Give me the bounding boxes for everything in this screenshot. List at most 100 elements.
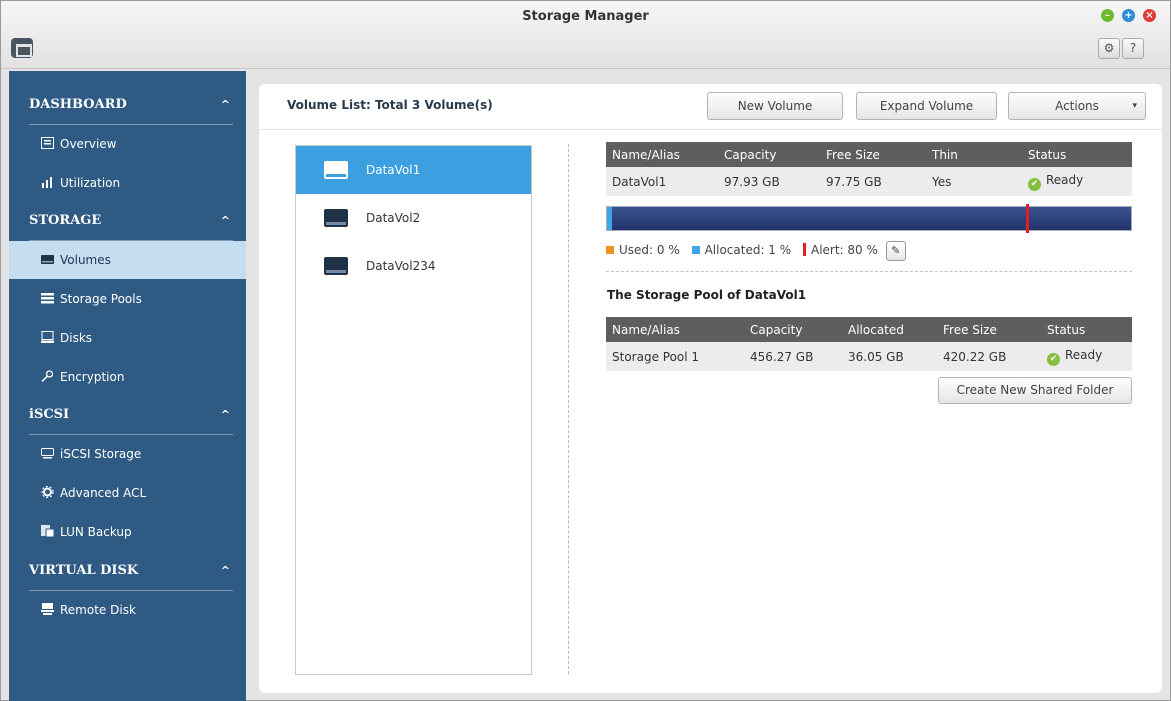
section-title: STORAGE <box>29 213 102 228</box>
collapse-caret-icon[interactable]: ^ <box>221 551 230 591</box>
column-header: Status <box>1041 317 1132 342</box>
expand-volume-button[interactable]: Expand Volume <box>856 92 997 120</box>
column-header: Capacity <box>744 317 842 342</box>
sidebar-item-advanced-acl[interactable]: Advanced ACL <box>9 474 246 512</box>
column-header: Status <box>1022 142 1132 167</box>
panel-divider <box>568 144 569 674</box>
volume-item-datavol234[interactable]: DataVol234 <box>296 242 531 290</box>
edit-alert-icon[interactable]: ✎ <box>885 240 906 261</box>
sidebar-section-iscsi[interactable]: iSCSI ^ <box>9 395 246 435</box>
sidebar-item-label: Disks <box>60 331 93 345</box>
section-title: DASHBOARD <box>29 97 127 112</box>
column-header: Name/Alias <box>606 317 744 342</box>
storage-pools-icon <box>41 281 54 304</box>
table-cell: Storage Pool 1 <box>606 342 744 371</box>
check-icon: ✔ <box>1047 352 1060 366</box>
sidebar-item-overview[interactable]: Overview <box>9 125 246 163</box>
iscsi-storage-icon <box>41 436 54 459</box>
column-header: Free Size <box>937 317 1041 342</box>
sidebar-item-disks[interactable]: Disks <box>9 319 246 357</box>
storage-pool-title: The Storage Pool of DataVol1 <box>607 288 807 302</box>
legend-alert: Alert: 80 % <box>811 243 878 257</box>
sidebar-item-label: Utilization <box>60 176 121 190</box>
sidebar-item-label: LUN Backup <box>60 525 132 539</box>
check-icon: ✔ <box>1028 177 1041 191</box>
disk-icon <box>324 161 348 179</box>
sidebar-item-encryption[interactable]: Encryption <box>9 358 246 396</box>
collapse-caret-icon[interactable]: ^ <box>221 85 230 125</box>
table-cell: 97.93 GB <box>718 167 820 196</box>
table-cell: Yes <box>926 167 1022 196</box>
disk-icon <box>324 257 348 275</box>
volume-list: DataVol1 DataVol2 DataVol234 <box>295 145 532 675</box>
lun-backup-icon <box>41 514 55 538</box>
volume-icon <box>41 242 54 264</box>
sidebar-section-virtual-disk[interactable]: VIRTUAL DISK ^ <box>9 551 246 591</box>
sidebar-section-dashboard[interactable]: DASHBOARD ^ <box>9 85 246 125</box>
gear-icon <box>41 475 54 499</box>
table-cell: 97.75 GB <box>820 167 926 196</box>
create-shared-folder-button[interactable]: Create New Shared Folder <box>938 377 1132 404</box>
sidebar-item-storage-pools[interactable]: Storage Pools <box>9 280 246 318</box>
actions-dropdown[interactable]: Actions ▾ <box>1008 92 1146 120</box>
volume-list-header: Volume List: Total 3 Volume(s) New Volum… <box>259 84 1162 130</box>
sidebar-item-lun-backup[interactable]: LUN Backup <box>9 513 246 551</box>
legend-allocated: Allocated: 1 % <box>704 243 792 257</box>
column-header: Name/Alias <box>606 142 718 167</box>
window-title: Storage Manager <box>522 9 649 24</box>
sidebar-item-label: Overview <box>60 137 117 151</box>
table-header-row: Name/Alias Capacity Free Size Thin Statu… <box>606 142 1132 167</box>
sidebar-item-label: Volumes <box>60 253 111 267</box>
settings-button[interactable]: ⚙ <box>1098 38 1120 59</box>
column-header: Thin <box>926 142 1022 167</box>
help-button[interactable]: ? <box>1122 38 1144 59</box>
column-header: Free Size <box>820 142 926 167</box>
status-cell: ✔ Ready <box>1041 342 1132 371</box>
volume-item-datavol1[interactable]: DataVol1 <box>296 146 531 194</box>
title-bar: Storage Manager – + × ⚙ ? <box>1 1 1170 69</box>
utilization-icon <box>41 165 54 188</box>
volume-name: DataVol1 <box>366 163 421 177</box>
collapse-caret-icon[interactable]: ^ <box>221 395 230 435</box>
legend-used: Used: 0 % <box>619 243 680 257</box>
volume-name: DataVol234 <box>366 259 436 273</box>
column-header: Allocated <box>842 317 937 342</box>
disks-icon <box>41 320 54 343</box>
sidebar-item-utilization[interactable]: Utilization <box>9 164 246 202</box>
table-header-row: Name/Alias Capacity Allocated Free Size … <box>606 317 1132 342</box>
alert-swatch <box>803 243 806 256</box>
section-divider <box>606 271 1132 272</box>
usage-legend: Used: 0 % Allocated: 1 % Alert: 80 % ✎ <box>606 239 906 261</box>
close-icon[interactable]: × <box>1143 9 1156 22</box>
new-volume-button[interactable]: New Volume <box>707 92 843 120</box>
sidebar-item-label: Storage Pools <box>60 292 142 306</box>
sidebar-item-label: Advanced ACL <box>60 486 147 500</box>
alert-threshold-marker <box>1026 204 1030 233</box>
app-menu-icon[interactable] <box>11 38 33 58</box>
minimize-icon[interactable]: – <box>1101 9 1114 22</box>
collapse-caret-icon[interactable]: ^ <box>221 201 230 241</box>
status-cell: ✔ Ready <box>1022 167 1132 196</box>
volume-item-datavol2[interactable]: DataVol2 <box>296 194 531 242</box>
volume-info-table: Name/Alias Capacity Free Size Thin Statu… <box>606 142 1132 196</box>
usage-bar <box>606 204 1132 233</box>
section-title: VIRTUAL DISK <box>29 563 139 578</box>
key-icon <box>41 359 54 383</box>
volume-name: DataVol2 <box>366 211 421 225</box>
main-panel: Volume List: Total 3 Volume(s) New Volum… <box>259 84 1162 693</box>
chevron-down-icon: ▾ <box>1132 101 1137 111</box>
storage-pool-table: Name/Alias Capacity Allocated Free Size … <box>606 317 1132 371</box>
status-text: Ready <box>1065 347 1103 362</box>
sidebar-item-volumes[interactable]: Volumes <box>9 241 246 279</box>
table-cell: 456.27 GB <box>744 342 842 371</box>
allocated-swatch <box>691 246 700 254</box>
section-title: iSCSI <box>29 407 70 422</box>
sidebar-section-storage[interactable]: STORAGE ^ <box>9 201 246 241</box>
column-header: Capacity <box>718 142 820 167</box>
table-cell: 420.22 GB <box>937 342 1041 371</box>
sidebar-item-label: Remote Disk <box>60 603 136 617</box>
sidebar-item-iscsi-storage[interactable]: iSCSI Storage <box>9 435 246 473</box>
table-row[interactable]: Storage Pool 1 456.27 GB 36.05 GB 420.22… <box>606 342 1132 371</box>
maximize-icon[interactable]: + <box>1122 9 1135 22</box>
sidebar-item-remote-disk[interactable]: Remote Disk <box>9 591 246 629</box>
